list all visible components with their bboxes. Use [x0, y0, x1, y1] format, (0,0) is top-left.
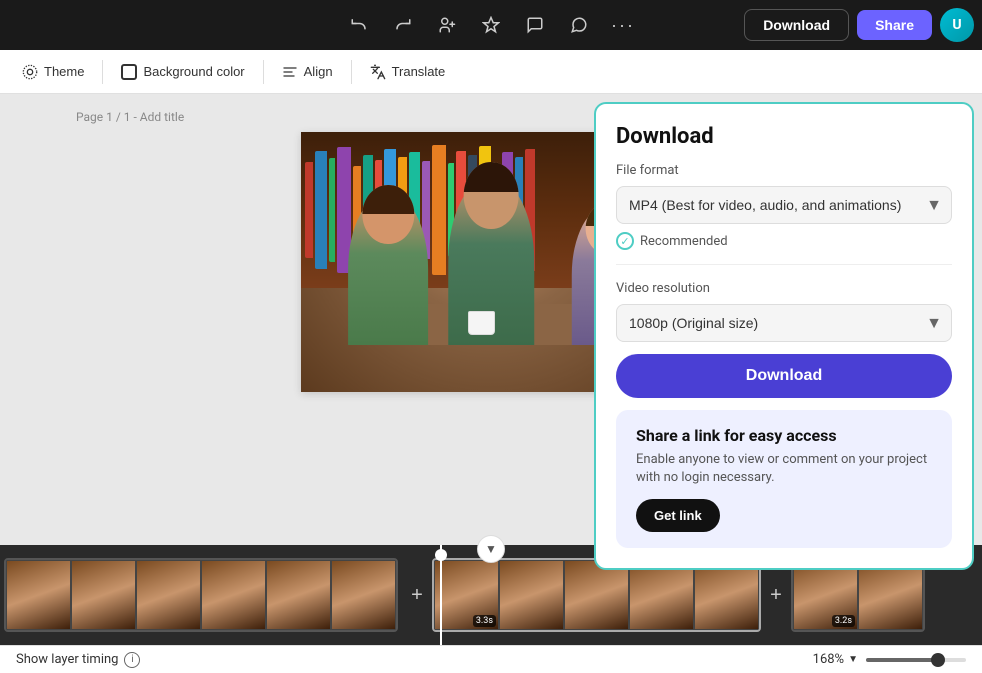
- background-color-button[interactable]: Background color: [111, 58, 254, 86]
- chat-button[interactable]: [561, 7, 597, 43]
- zoom-controls: 168% ▼: [813, 652, 966, 667]
- add-title-label: - Add title: [134, 110, 185, 124]
- top-toolbar: ··· Download Share U: [0, 0, 982, 50]
- share-button[interactable]: Share: [857, 10, 932, 40]
- clip-duration-label-2: 3.2s: [832, 615, 855, 627]
- align-button[interactable]: Align: [272, 58, 343, 86]
- zoom-percent-value: 168%: [813, 652, 844, 667]
- page-info: Page 1 / 1: [76, 110, 131, 124]
- translate-label: Translate: [392, 64, 446, 79]
- clip-group-1: [4, 558, 398, 632]
- recommended-label: Recommended: [640, 234, 728, 249]
- thumbnail-5[interactable]: [266, 560, 331, 630]
- video-resolution-label: Video resolution: [616, 281, 952, 296]
- clip-duration-label: 3.3s: [473, 615, 496, 627]
- zoom-dropdown-icon: ▼: [848, 654, 858, 665]
- toolbar-right: Download Share U: [744, 8, 974, 42]
- page-label: Page 1 / 1 - Add title: [76, 110, 184, 124]
- thumbnail-1[interactable]: [6, 560, 71, 630]
- background-color-icon: [121, 64, 137, 80]
- download-panel: Download File format MP4 (Best for video…: [594, 102, 974, 570]
- thumbnail-2[interactable]: [71, 560, 136, 630]
- translate-button[interactable]: Translate: [360, 58, 456, 86]
- toolbar-divider-1: [102, 60, 103, 84]
- recommended-check-icon: ✓: [616, 232, 634, 250]
- thumbnail-9[interactable]: [564, 560, 629, 630]
- recommended-badge: ✓ Recommended: [616, 232, 952, 265]
- main-area: Page 1 / 1 - Add title: [0, 94, 982, 545]
- thumbnail-7[interactable]: 3.3s: [434, 560, 499, 630]
- avatar[interactable]: U: [940, 8, 974, 42]
- zoom-percent-button[interactable]: 168% ▼: [813, 652, 858, 667]
- secondary-toolbar: Theme Background color Align Translate: [0, 50, 982, 94]
- get-link-button[interactable]: Get link: [636, 499, 720, 532]
- bottom-bar: Show layer timing i 168% ▼: [0, 645, 982, 673]
- layer-timing-section: Show layer timing i: [16, 652, 140, 668]
- add-clip-button-2[interactable]: +: [761, 560, 791, 630]
- align-label: Align: [304, 64, 333, 79]
- add-user-button[interactable]: [429, 7, 465, 43]
- thumbnail-12[interactable]: 3.2s: [793, 560, 858, 630]
- zoom-slider[interactable]: [866, 658, 966, 662]
- background-color-label: Background color: [143, 64, 244, 79]
- file-format-label: File format: [616, 163, 952, 178]
- magic-button[interactable]: [473, 7, 509, 43]
- thumbnail-11[interactable]: [694, 560, 759, 630]
- thumbnail-6[interactable]: [331, 560, 396, 630]
- toolbar-divider-2: [263, 60, 264, 84]
- video-resolution-select-wrapper: 1080p (Original size) 720p 480p 360p ▼: [616, 304, 952, 342]
- download-header-button[interactable]: Download: [744, 9, 849, 41]
- thumbnail-8[interactable]: [499, 560, 564, 630]
- add-clip-button-1[interactable]: +: [402, 560, 432, 630]
- timeline-cursor: [440, 545, 442, 645]
- share-section: Share a link for easy access Enable anyo…: [616, 410, 952, 548]
- undo-button[interactable]: [341, 7, 377, 43]
- more-options-button[interactable]: ···: [605, 7, 641, 43]
- redo-button[interactable]: [385, 7, 421, 43]
- file-format-select[interactable]: MP4 (Best for video, audio, and animatio…: [616, 186, 952, 224]
- thumbnail-4[interactable]: [201, 560, 266, 630]
- timeline-cursor-head: [435, 549, 447, 561]
- thumbnail-10[interactable]: [629, 560, 694, 630]
- thumbnail-13[interactable]: [858, 560, 923, 630]
- theme-label: Theme: [44, 64, 84, 79]
- theme-button[interactable]: Theme: [12, 58, 94, 86]
- thumbnail-3[interactable]: [136, 560, 201, 630]
- download-main-button[interactable]: Download: [616, 354, 952, 398]
- share-section-title: Share a link for easy access: [636, 426, 932, 445]
- info-icon[interactable]: i: [124, 652, 140, 668]
- video-resolution-select[interactable]: 1080p (Original size) 720p 480p 360p: [616, 304, 952, 342]
- file-format-select-wrapper: MP4 (Best for video, audio, and animatio…: [616, 186, 952, 224]
- collapse-button[interactable]: ▼: [477, 535, 505, 545]
- toolbar-divider-3: [351, 60, 352, 84]
- show-layer-timing-label: Show layer timing: [16, 652, 118, 667]
- comment-button[interactable]: [517, 7, 553, 43]
- zoom-slider-container: [866, 658, 966, 662]
- share-section-description: Enable anyone to view or comment on your…: [636, 451, 932, 487]
- download-panel-title: Download: [616, 124, 952, 149]
